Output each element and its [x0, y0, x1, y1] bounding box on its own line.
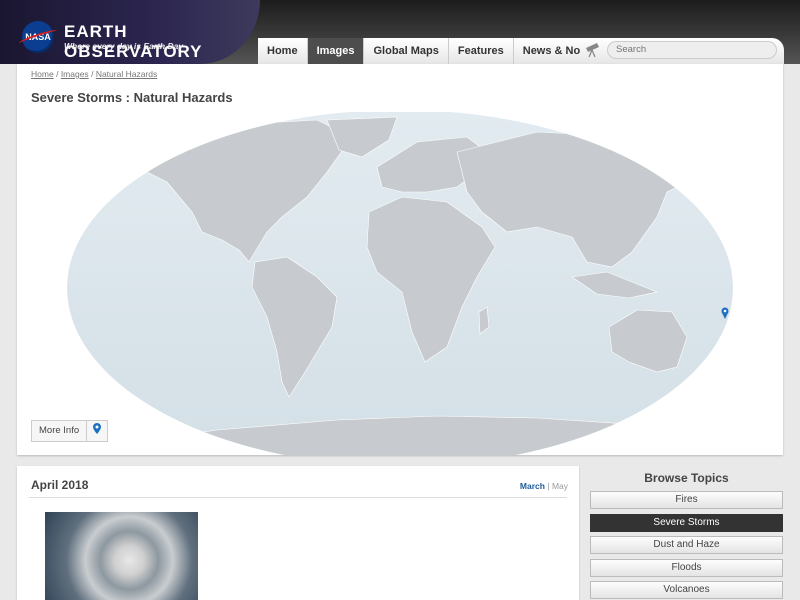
world-map[interactable]: [17, 112, 783, 455]
month-nav-separator: |: [547, 481, 550, 491]
month-next-link[interactable]: May: [552, 481, 568, 491]
topic-volcanoes[interactable]: Volcanoes: [590, 581, 783, 599]
more-info-button[interactable]: More Info: [32, 421, 88, 441]
breadcrumb-natural-hazards[interactable]: Natural Hazards: [96, 69, 157, 79]
map-panel: Home / Images / Natural Hazards Severe S…: [17, 64, 783, 455]
breadcrumb-separator: /: [91, 69, 94, 79]
storm-thumbnail[interactable]: [45, 512, 198, 600]
nav-global-maps[interactable]: Global Maps: [364, 38, 449, 64]
search-input[interactable]: [607, 41, 777, 59]
topic-dust-and-haze[interactable]: Dust and Haze: [590, 536, 783, 554]
topic-severe-storms[interactable]: Severe Storms: [590, 513, 783, 532]
nav-features[interactable]: Features: [448, 38, 514, 64]
month-prev-link[interactable]: March: [520, 481, 545, 491]
breadcrumb: Home / Images / Natural Hazards: [31, 69, 157, 79]
more-info-control: More Info: [31, 420, 109, 442]
nav-home[interactable]: Home: [258, 38, 308, 64]
page-title: Severe Storms : Natural Hazards: [31, 90, 233, 105]
breadcrumb-images[interactable]: Images: [61, 69, 89, 79]
month-nav: March | May: [520, 481, 568, 491]
map-pin-icon[interactable]: [87, 421, 107, 441]
topic-floods[interactable]: Floods: [590, 558, 783, 577]
browse-topics: Browse Topics Fires Severe Storms Dust a…: [590, 466, 783, 600]
nav-images[interactable]: Images: [307, 38, 365, 64]
breadcrumb-separator: /: [56, 69, 59, 79]
telescope-icon[interactable]: [585, 42, 601, 62]
divider: [29, 497, 567, 498]
nasa-logo[interactable]: NASA: [22, 21, 54, 53]
site-header: NASA EARTH OBSERVATORY Where every day i…: [0, 0, 800, 64]
image-archive-panel: April 2018 March | May: [17, 466, 579, 600]
breadcrumb-home[interactable]: Home: [31, 69, 54, 79]
month-title: April 2018: [31, 478, 89, 492]
main-nav: Home Images Global Maps Features News & …: [258, 38, 607, 64]
brand-banner[interactable]: NASA EARTH OBSERVATORY Where every day i…: [0, 0, 260, 64]
topic-fires[interactable]: Fires: [590, 491, 783, 509]
browse-topics-title: Browse Topics: [644, 471, 729, 485]
site-tagline: Where every day is Earth Day: [64, 41, 184, 51]
